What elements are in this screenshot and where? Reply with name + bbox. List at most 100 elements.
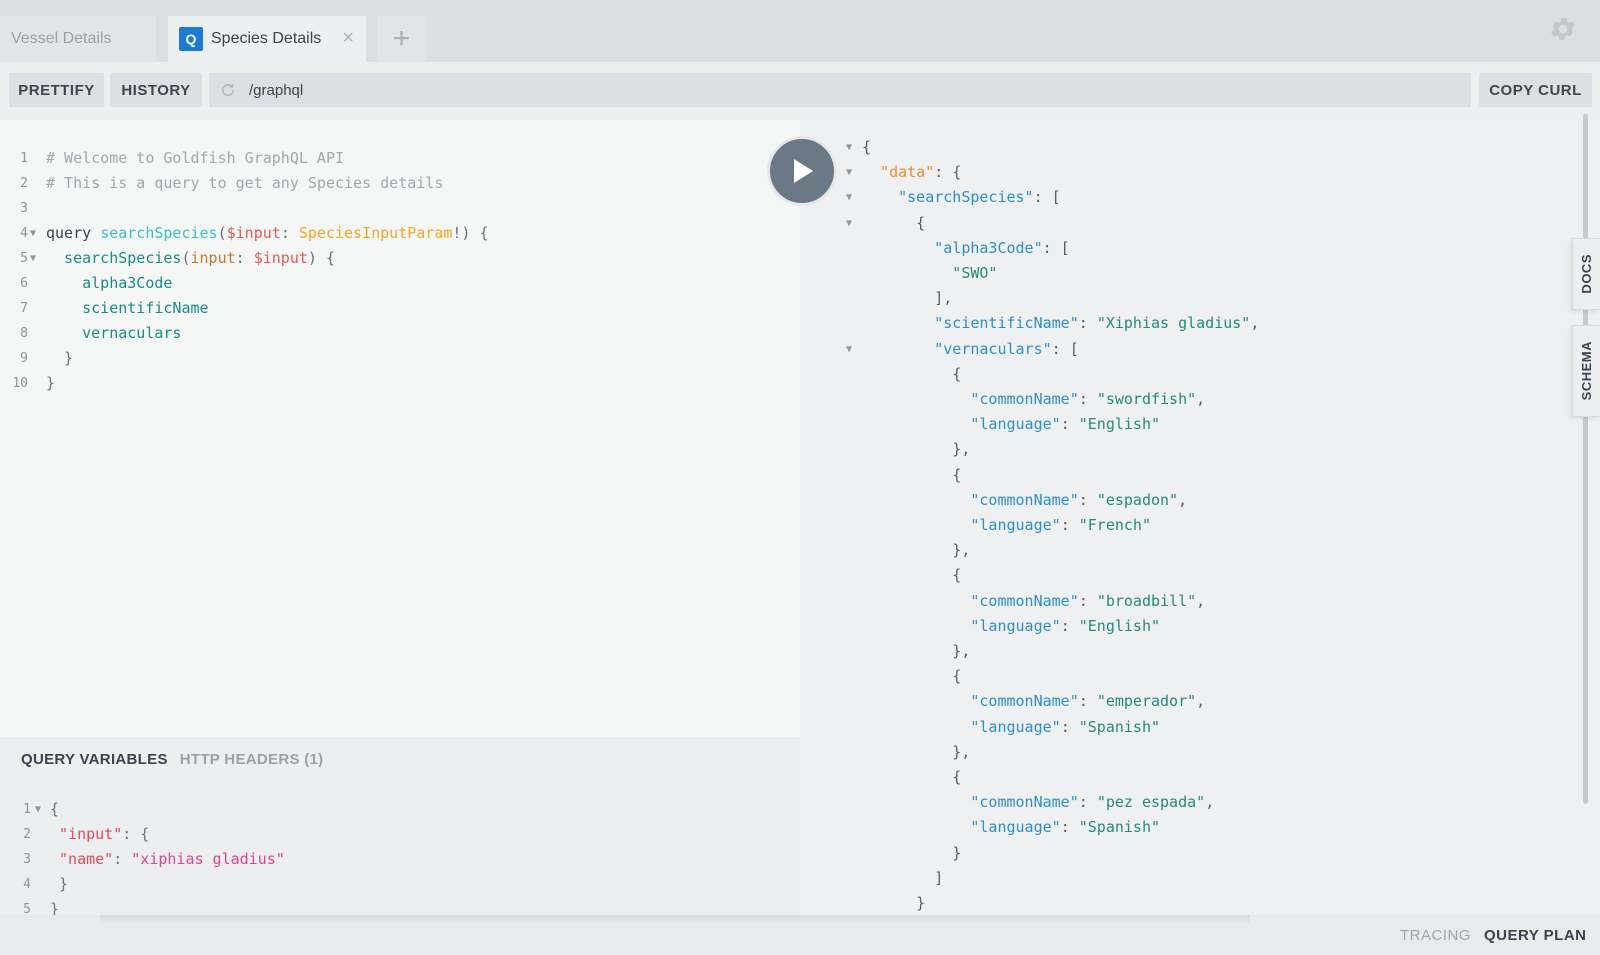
- tab-bar: Vessel Details Q Species Details × +: [0, 0, 1600, 62]
- run-query-button[interactable]: [767, 136, 837, 206]
- code-token: "commonName": [862, 490, 1079, 509]
- code-token: searchSpecies: [46, 249, 182, 267]
- close-icon[interactable]: ×: [342, 27, 354, 49]
- copy-curl-button[interactable]: COPY CURL: [1479, 73, 1592, 107]
- code-token: vernaculars: [46, 324, 182, 342]
- result-line: },: [862, 639, 970, 664]
- code-token: "commonName": [862, 793, 1079, 812]
- code-token: {: [862, 768, 962, 786]
- fold-toggle-icon[interactable]: ▼: [846, 160, 852, 185]
- code-token: {: [50, 800, 60, 818]
- code-token: },: [862, 440, 971, 459]
- fold-toggle-icon[interactable]: ▼: [846, 135, 852, 160]
- fold-toggle-icon[interactable]: ▼: [35, 797, 41, 822]
- endpoint-url-input[interactable]: /graphql: [209, 73, 1471, 107]
- schema-side-tab[interactable]: SCHEMA: [1572, 325, 1600, 417]
- code-token: {: [862, 566, 962, 585]
- code-token: :: [1078, 314, 1097, 333]
- code-token: "commonName": [862, 390, 1079, 408]
- result-line: {: [862, 765, 961, 790]
- docs-side-tab[interactable]: DOCS: [1572, 238, 1600, 310]
- tab-http-headers[interactable]: HTTP HEADERS (1): [180, 751, 324, 768]
- line-number: 5: [20, 251, 28, 266]
- query-plan-tab[interactable]: QUERY PLAN: [1484, 927, 1587, 944]
- code-token: : [: [1051, 339, 1079, 358]
- code-token: "commonName": [862, 692, 1079, 711]
- add-tab-button[interactable]: +: [377, 16, 426, 62]
- code-token: }: [46, 374, 56, 392]
- prettify-button[interactable]: PRETTIFY: [9, 73, 104, 107]
- code-token: # Welcome to Goldfish GraphQL API: [46, 149, 345, 167]
- line-number: 1: [23, 802, 31, 817]
- code-token: :: [235, 249, 254, 267]
- tab-query-variables[interactable]: QUERY VARIABLES: [21, 751, 168, 768]
- query-line: alpha3Code: [46, 271, 172, 296]
- result-line: {: [862, 563, 961, 588]
- result-line: "language": "Spanish": [862, 715, 1160, 740]
- query-line: scientificName: [46, 296, 208, 321]
- result-line: "scientificName": "Xiphias gladius",: [862, 311, 1259, 336]
- code-token: $input: [253, 249, 308, 267]
- tracing-tab[interactable]: TRACING: [1400, 927, 1471, 944]
- code-token: "vernaculars": [862, 339, 1052, 358]
- code-token: }: [862, 843, 962, 862]
- fold-toggle-icon[interactable]: ▼: [846, 185, 852, 210]
- code-token: : {: [122, 825, 150, 843]
- query-variables-pane[interactable]: QUERY VARIABLES HTTP HEADERS (1) 1 ▼ {2 "i…: [0, 737, 800, 918]
- result-line: {: [862, 463, 961, 488]
- result-line: "commonName": "espadon",: [862, 488, 1187, 513]
- gear-icon[interactable]: [1548, 14, 1578, 44]
- query-line: }: [46, 346, 73, 371]
- fold-toggle-icon[interactable]: ▼: [846, 211, 852, 236]
- tab-species-details[interactable]: Q Species Details ×: [168, 16, 366, 62]
- line-number: 3: [23, 852, 31, 867]
- tab-label: Vessel Details: [11, 30, 112, 47]
- variables-line: "input": {: [50, 822, 149, 847]
- code-token: "English": [1078, 415, 1161, 434]
- result-line: {: [862, 362, 961, 387]
- code-token: "searchSpecies": [862, 188, 1034, 207]
- docs-label: DOCS: [1579, 254, 1594, 294]
- variables-line: "name": "xiphias gladius": [50, 847, 285, 872]
- history-button[interactable]: HISTORY: [110, 73, 202, 107]
- line-number: 10: [12, 376, 28, 391]
- query-line: }: [46, 371, 55, 396]
- code-token: $input: [226, 224, 281, 242]
- code-token: "emperador": [1096, 692, 1197, 711]
- code-token: {: [862, 667, 962, 686]
- result-line: }: [862, 841, 961, 866]
- fold-toggle-icon[interactable]: ▼: [30, 246, 36, 271]
- reload-icon[interactable]: [219, 81, 237, 99]
- code-token: "Spanish": [1078, 818, 1161, 837]
- code-token: {: [862, 465, 962, 484]
- fold-toggle-icon[interactable]: ▼: [846, 337, 852, 362]
- line-number: 4: [20, 226, 28, 241]
- variables-tabs: QUERY VARIABLES HTTP HEADERS (1): [21, 751, 323, 768]
- code-token: :: [1078, 490, 1097, 509]
- code-token: }: [50, 875, 69, 893]
- code-token: !) {: [452, 224, 489, 242]
- result-line: "commonName": "emperador",: [862, 689, 1205, 714]
- result-line: "language": "English": [862, 412, 1160, 437]
- result-viewer[interactable]: ▼{▼ "data": {▼ "searchSpecies": [▼ { "al…: [800, 120, 1600, 915]
- result-line: },: [862, 740, 970, 765]
- code-token: {: [862, 213, 926, 232]
- code-token: },: [862, 642, 971, 660]
- line-number: 4: [23, 877, 31, 892]
- result-line: {: [862, 135, 871, 160]
- line-number: 1: [20, 151, 28, 166]
- code-token: "xiphias gladius": [131, 850, 285, 868]
- code-token: "swordfish": [1096, 390, 1197, 408]
- result-line: "alpha3Code": [: [862, 236, 1069, 261]
- code-token: "scientificName": [862, 314, 1079, 333]
- code-token: ]: [862, 868, 944, 887]
- tab-vessel-details[interactable]: Vessel Details: [0, 16, 156, 62]
- footer-bar: TRACING QUERY PLAN: [0, 915, 1600, 955]
- result-scrollbar[interactable]: [1583, 114, 1588, 804]
- query-line: searchSpecies(input: $input) {: [46, 246, 335, 271]
- query-editor[interactable]: 1 # Welcome to Goldfish GraphQL API 2 # Thi…: [0, 120, 800, 737]
- fold-toggle-icon[interactable]: ▼: [30, 221, 36, 246]
- endpoint-url: /graphql: [249, 81, 304, 99]
- code-token: ,: [1205, 793, 1215, 812]
- code-token: "espadon": [1096, 490, 1179, 509]
